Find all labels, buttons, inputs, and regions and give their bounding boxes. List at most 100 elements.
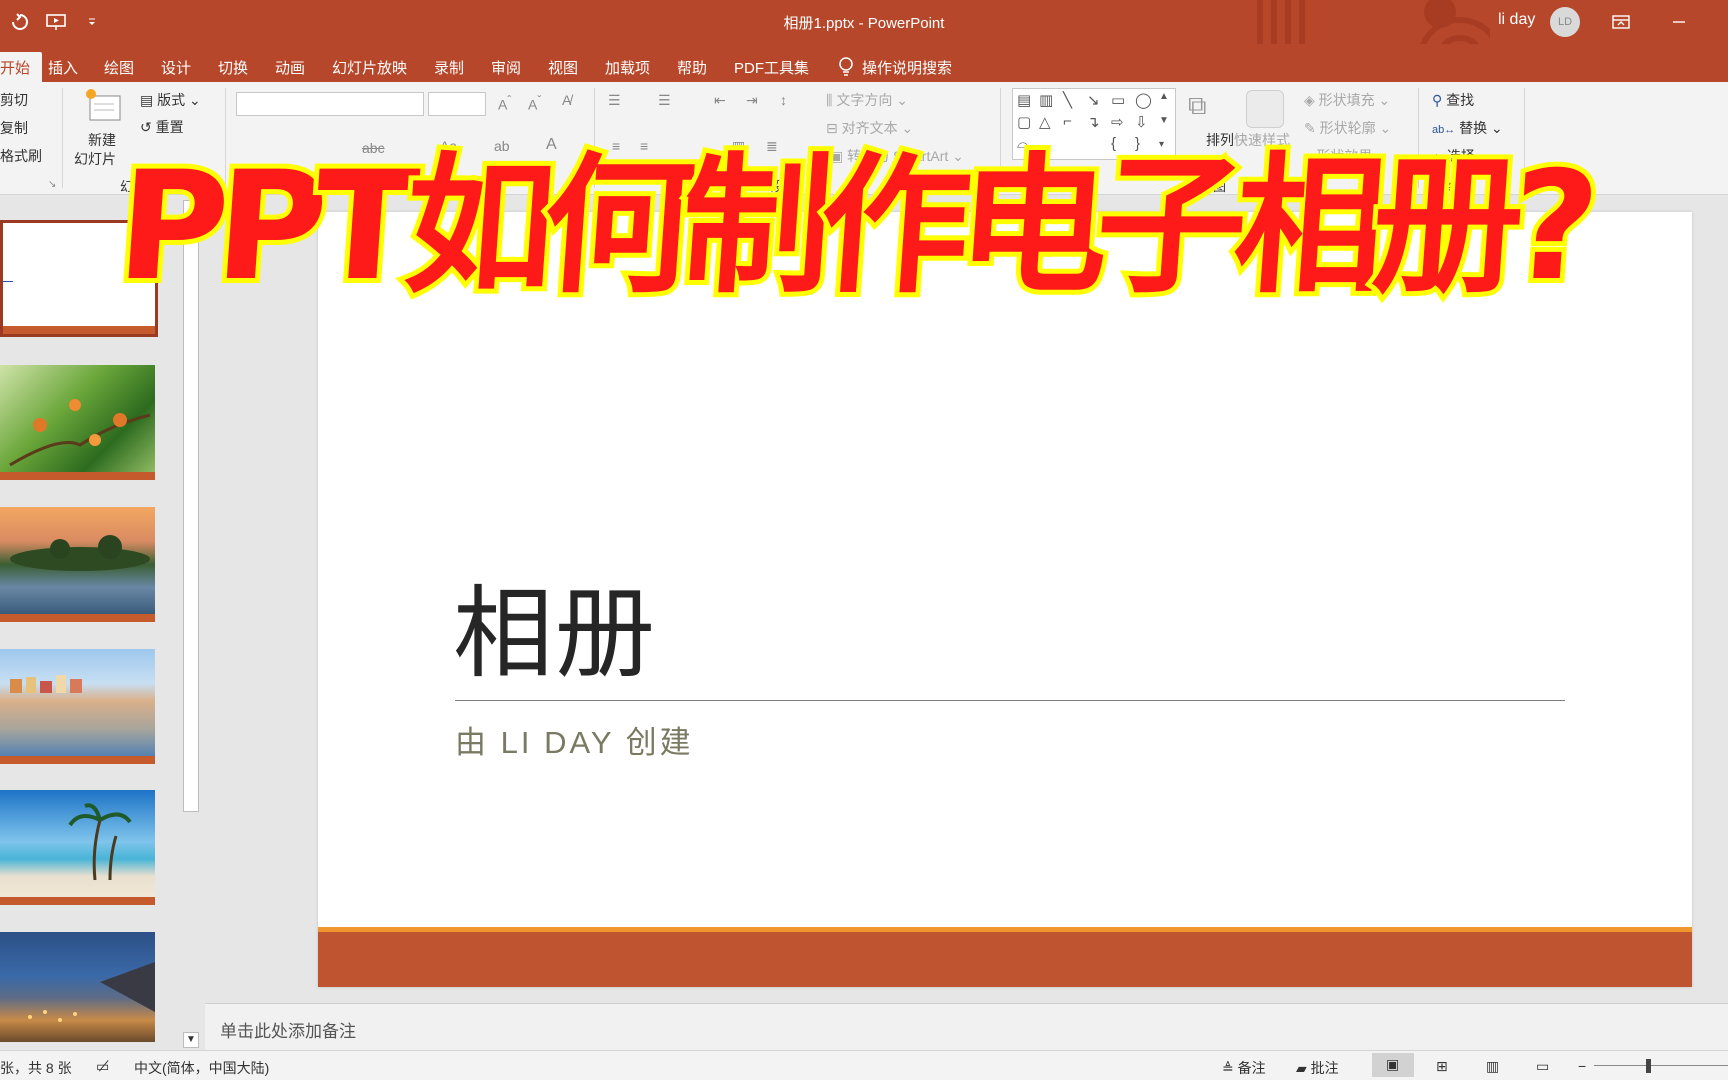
slide-count: 张，共 8 张 xyxy=(0,1060,72,1076)
numbering-icon[interactable]: ☰ xyxy=(658,92,671,109)
zoom-out-button[interactable]: − xyxy=(1578,1058,1586,1074)
rectangle-shape-icon[interactable]: ▭ xyxy=(1111,91,1125,109)
slide-sorter-icon[interactable]: ⊞ xyxy=(1436,1058,1448,1075)
notes-btn-label: 备注 xyxy=(1237,1060,1266,1076)
minimize-button[interactable] xyxy=(1666,10,1692,34)
ribbon-display-button[interactable] xyxy=(1608,10,1634,34)
flower-image xyxy=(9,399,151,467)
clear-formatting-icon[interactable]: A̸ xyxy=(562,92,571,108)
avatar[interactable]: LD xyxy=(1550,7,1580,37)
tab-insert[interactable]: 插入 xyxy=(48,52,78,82)
oval-shape-icon[interactable]: ◯ xyxy=(1135,91,1152,109)
increase-indent-icon[interactable]: ⇥ xyxy=(746,92,758,109)
slide-thumbnail-5[interactable] xyxy=(0,790,155,905)
title-rule xyxy=(455,700,1565,701)
slide-title[interactable]: 相册 xyxy=(453,552,657,697)
status-bar: 张，共 8 张 ▭̸ 中文(简体，中国大陆) ≜ 备注 ▰ 批注 ▣ ⊞ ▥ ▭… xyxy=(0,1050,1728,1080)
overlay-caption-text: PPT如何制作电子相册? xyxy=(118,140,1604,314)
user-name[interactable]: li day xyxy=(1498,11,1535,29)
text-direction-button[interactable]: ⫼ 文字方向 ⌄ xyxy=(826,90,908,110)
notes-placeholder: 单击此处添加备注 xyxy=(220,1022,356,1041)
decrease-font-icon[interactable]: Aˇ xyxy=(528,94,541,113)
new-slide-label-1[interactable]: 新建 xyxy=(88,130,116,150)
font-name-field[interactable] xyxy=(236,92,424,116)
comments-btn-label: 批注 xyxy=(1310,1060,1339,1076)
comment-icon: ▰ xyxy=(1296,1060,1307,1076)
tab-pdf-tools[interactable]: PDF工具集 xyxy=(734,52,809,82)
divider xyxy=(62,88,63,188)
scroll-down-arrow[interactable]: ▼ xyxy=(183,1032,199,1048)
title-bar: 相册1.pptx - PowerPoint li day LD xyxy=(0,0,1728,44)
cut-button[interactable]: 剪切 xyxy=(0,90,28,110)
tab-review[interactable]: 审阅 xyxy=(491,52,521,82)
tab-animations[interactable]: 动画 xyxy=(275,52,305,82)
zoom-slider-track[interactable] xyxy=(1594,1065,1728,1066)
tab-view[interactable]: 视图 xyxy=(548,52,578,82)
tab-design[interactable]: 设计 xyxy=(161,52,191,82)
slide-footer-band xyxy=(318,932,1692,987)
tab-addins[interactable]: 加载项 xyxy=(605,52,650,82)
thumbnail-band xyxy=(0,472,155,480)
font-size-field[interactable] xyxy=(428,92,486,116)
search-icon: ⚲ xyxy=(1432,92,1443,108)
new-slide-label-2[interactable]: 幻灯片 xyxy=(74,149,116,169)
minimize-icon xyxy=(1673,21,1685,23)
overlay-caption: PPT如何制作电子相册? xyxy=(118,135,1609,319)
slide-thumbnail-3[interactable] xyxy=(0,507,155,622)
tab-help[interactable]: 帮助 xyxy=(677,52,707,82)
tab-transitions[interactable]: 切换 xyxy=(218,52,248,82)
tab-home[interactable]: 开始 xyxy=(0,52,43,82)
notes-pane[interactable]: 单击此处添加备注 xyxy=(205,1003,1728,1050)
tab-draw[interactable]: 绘图 xyxy=(104,52,134,82)
slide-thumbnail-2[interactable] xyxy=(0,365,155,480)
copy-button[interactable]: 复制 xyxy=(0,118,28,138)
lightbulb-icon xyxy=(839,57,853,76)
line-shape-icon[interactable]: ╲ xyxy=(1063,91,1072,109)
normal-view-icon: ▣ xyxy=(1386,1056,1400,1072)
thumbnail-band xyxy=(0,614,155,622)
lake-image xyxy=(10,535,150,571)
document-title: 相册1.pptx - PowerPoint xyxy=(783,15,945,32)
reading-view-icon[interactable]: ▥ xyxy=(1486,1058,1499,1075)
tell-me-label: 操作说明搜索 xyxy=(862,60,953,77)
language-indicator[interactable]: 中文(简体，中国大陆) xyxy=(134,1058,269,1078)
comments-button[interactable]: ▰ 批注 xyxy=(1296,1058,1339,1078)
tab-record[interactable]: 录制 xyxy=(434,52,464,82)
bullets-icon[interactable]: ☰ xyxy=(608,92,621,109)
thumbnail-band xyxy=(0,756,155,764)
arrow-line-shape-icon[interactable]: ↘ xyxy=(1087,91,1100,109)
textbox-shape-icon[interactable]: ▤ xyxy=(1017,91,1031,109)
notes-icon: ≜ xyxy=(1222,1060,1234,1076)
slide-subtitle[interactable]: 由 LI DAY 创建 xyxy=(455,717,694,762)
thumbnail-rule xyxy=(3,281,13,282)
shape-fill-label: 形状填充 xyxy=(1318,92,1375,108)
text-direction-label: 文字方向 xyxy=(836,92,893,108)
ribbon-display-icon xyxy=(1612,15,1630,29)
increase-font-icon[interactable]: Aˆ xyxy=(498,94,511,113)
ribbon-tabs: 开始 插入 绘图 设计 切换 动画 幻灯片放映 录制 审阅 视图 加载项 帮助 … xyxy=(0,44,1728,82)
format-painter-button[interactable]: 格式刷 xyxy=(0,146,42,166)
slide-thumbnail-4[interactable] xyxy=(0,649,155,764)
decrease-indent-icon[interactable]: ⇤ xyxy=(714,92,726,109)
shape-fill-button[interactable]: ◈ 形状填充 ⌄ xyxy=(1304,90,1390,110)
find-label: 查找 xyxy=(1446,92,1475,108)
spellcheck-icon[interactable]: ▭̸ xyxy=(96,1058,109,1075)
slideshow-view-icon[interactable]: ▭ xyxy=(1536,1058,1549,1075)
night-village-image xyxy=(28,962,155,1022)
beach-palm-image xyxy=(68,803,132,881)
layout-button[interactable]: ▤ 版式 ⌄ xyxy=(140,90,201,110)
zoom-slider-handle[interactable] xyxy=(1646,1059,1651,1073)
tell-me-search[interactable]: 操作说明搜索 xyxy=(838,52,952,82)
coastal-town-image xyxy=(10,675,82,693)
thumbnail-band xyxy=(0,897,155,905)
vertical-textbox-shape-icon[interactable]: ▥ xyxy=(1039,91,1053,109)
line-spacing-icon[interactable]: ↕ xyxy=(780,92,787,108)
dialog-launcher-icon[interactable]: ↘ xyxy=(48,179,56,190)
layout-label: 版式 xyxy=(157,92,186,108)
slide-thumbnail-6[interactable] xyxy=(0,932,155,1042)
normal-view-button[interactable]: ▣ xyxy=(1372,1053,1414,1077)
notes-button[interactable]: ≜ 备注 xyxy=(1222,1058,1266,1078)
gallery-scroll-up-icon[interactable]: ▲ xyxy=(1159,91,1169,102)
tab-slideshow[interactable]: 幻灯片放映 xyxy=(332,52,407,82)
find-button[interactable]: ⚲ 查找 xyxy=(1432,90,1474,110)
